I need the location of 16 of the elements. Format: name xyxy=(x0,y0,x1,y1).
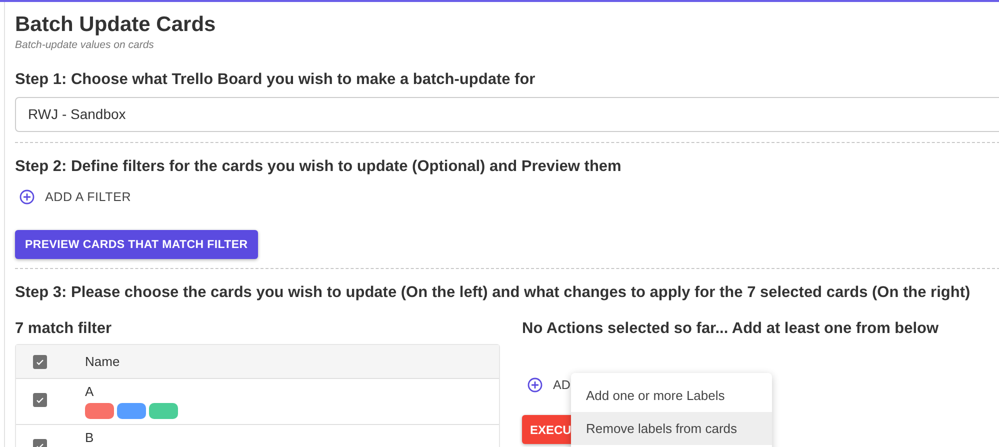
card-name: A xyxy=(85,384,95,400)
preview-button[interactable]: PREVIEW CARDS THAT MATCH FILTER xyxy=(15,230,258,259)
menu-item[interactable]: Add one or more Labels xyxy=(571,379,772,412)
step-heading: Step 2: Define filters for the cards you wish to update (Optional) and Preview them xyxy=(15,157,622,177)
column-header: Name xyxy=(85,354,120,369)
actions-title: No Actions selected so far... Add at least one from below xyxy=(522,319,940,339)
page-subtitle: Batch-update values on cards xyxy=(15,39,155,52)
add-filter-button[interactable]: ADD A FILTER xyxy=(15,185,136,209)
card-name: B xyxy=(85,430,94,446)
menu-item[interactable]: Remove labels from cards xyxy=(571,412,772,445)
step-heading: Step 3: Please choose the cards you wish to update (On the left) and what changes to apply for the 7 selected cards (On the right) xyxy=(15,283,972,303)
step-heading: Step 1: Choose what Trello Board you wish to make a batch-update for xyxy=(15,70,536,90)
page-title: Batch Update Cards xyxy=(15,12,217,37)
match-count-title: 7 match filter xyxy=(15,319,112,339)
board-select[interactable]: RWJ - Sandbox xyxy=(15,97,999,132)
add-action-button[interactable]: AD xyxy=(553,378,570,392)
